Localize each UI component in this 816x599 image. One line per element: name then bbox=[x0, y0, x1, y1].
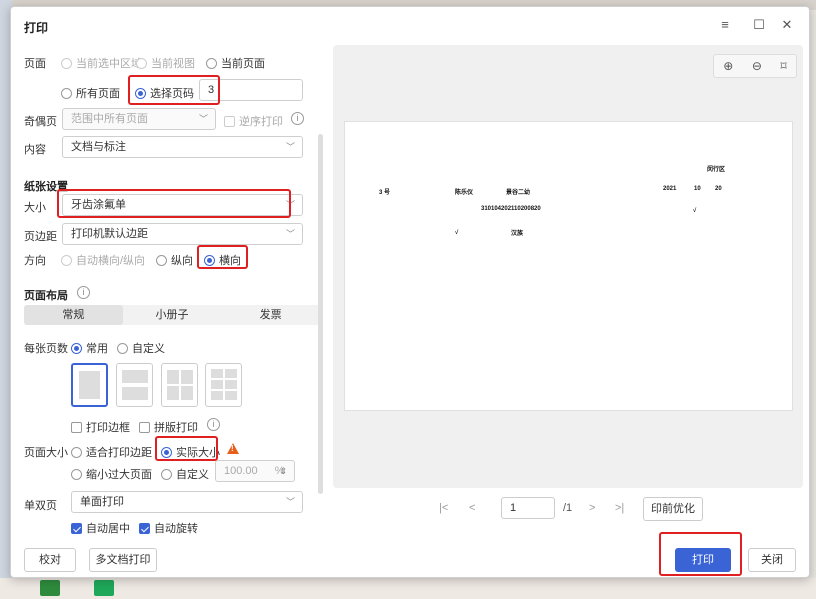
radio-custom-layout[interactable]: 自定义 bbox=[117, 340, 165, 356]
cell-check-2: √ bbox=[455, 230, 459, 236]
zoom-out-icon[interactable]: ⊖ bbox=[752, 59, 762, 73]
duplex-select[interactable]: 单面打印 ﹀ bbox=[71, 491, 303, 513]
tab-normal[interactable]: 常规 bbox=[24, 305, 123, 325]
last-page-icon[interactable]: >| bbox=[615, 502, 624, 514]
zoom-in-icon[interactable]: ⊕ bbox=[723, 59, 733, 73]
duplex-label: 单双页 bbox=[24, 500, 57, 512]
tab-invoice[interactable]: 发票 bbox=[221, 305, 320, 325]
highlight-select-pages bbox=[128, 75, 220, 105]
prev-page-icon[interactable]: < bbox=[469, 502, 475, 514]
cell-school: 景谷二幼 bbox=[506, 190, 531, 196]
print-border-checkbox[interactable]: 打印边框 bbox=[71, 419, 130, 435]
layout-info-icon: i bbox=[77, 286, 90, 299]
settings-panel: 页面 当前选中区域 当前视图 当前页面 所有页面 选择页码 3 奇偶页 范围中所… bbox=[11, 41, 329, 541]
next-page-icon[interactable]: > bbox=[589, 502, 595, 514]
cell-year: 2021 bbox=[663, 186, 677, 192]
radio-orient-auto[interactable]: 自动横向/纵向 bbox=[61, 252, 145, 268]
radio-selected-area[interactable]: 当前选中区域 bbox=[61, 55, 142, 71]
settings-scrollbar[interactable] bbox=[318, 134, 323, 494]
radio-common[interactable]: 常用 bbox=[71, 340, 108, 356]
radio-custom-size[interactable]: 自定义 bbox=[161, 466, 209, 482]
highlight-paper-size bbox=[57, 189, 291, 218]
highlight-actual-size bbox=[155, 436, 218, 461]
cell-day: 20 bbox=[715, 186, 722, 192]
radio-all-pages[interactable]: 所有页面 bbox=[61, 85, 120, 101]
close-button[interactable]: 关闭 bbox=[748, 548, 796, 572]
cell-id: 310104202110200820 bbox=[481, 206, 541, 212]
collate-print-checkbox[interactable]: 拼版打印 bbox=[139, 419, 198, 435]
layout-tabs: 常规 小册子 发票 bbox=[24, 305, 320, 325]
desktop-bottom-strip bbox=[0, 578, 816, 599]
pages-per-sheet-label: 每张页数 bbox=[24, 343, 68, 355]
proofread-button[interactable]: 校对 bbox=[24, 548, 76, 572]
auto-center-checkbox[interactable]: 自动居中 bbox=[71, 520, 130, 536]
first-page-icon[interactable]: |< bbox=[439, 502, 448, 514]
cell-check-1: √ bbox=[693, 208, 697, 214]
radio-orient-portrait[interactable]: 纵向 bbox=[156, 252, 193, 268]
print-preview: ⊕ ⊖ ⌑ 闵行区 3 号 陈乐仪 景谷二幼 2021 10 20 310104… bbox=[333, 45, 803, 488]
margin-label: 页边距 bbox=[24, 231, 57, 243]
preview-pager: |< < 1 /1 > >| 印前优化 bbox=[333, 496, 803, 522]
radio-shrink[interactable]: 缩小过大页面 bbox=[71, 466, 152, 482]
multi-doc-print-button[interactable]: 多文档打印 bbox=[89, 548, 157, 572]
auto-rotate-checkbox[interactable]: 自动旋转 bbox=[139, 520, 198, 536]
radio-current-view[interactable]: 当前视图 bbox=[136, 55, 195, 71]
page-total: /1 bbox=[563, 502, 573, 514]
dialog-title: 打印 bbox=[24, 21, 49, 35]
info-icon: i bbox=[291, 112, 304, 125]
odd-even-select[interactable]: 范围中所有页面 ﹀ bbox=[62, 108, 216, 130]
print-optimize-button[interactable]: 印前优化 bbox=[643, 497, 703, 521]
cell-district: 闵行区 bbox=[707, 167, 726, 173]
odd-even-label: 奇偶页 bbox=[24, 116, 57, 128]
radio-current-page[interactable]: 当前页面 bbox=[206, 55, 265, 71]
layout-section-title: 页面布局 bbox=[24, 290, 68, 302]
custom-scale-input[interactable]: 100.00 % ⇕ bbox=[215, 460, 295, 482]
cell-month: 10 bbox=[694, 186, 701, 192]
title-bar: 打印 ≡ ☐ ✕ bbox=[11, 7, 809, 41]
close-icon[interactable]: ✕ bbox=[777, 15, 797, 35]
content-label: 内容 bbox=[24, 144, 46, 156]
print-dialog: 打印 ≡ ☐ ✕ 页面 当前选中区域 当前视图 当前页面 所有页面 选择页码 3… bbox=[10, 6, 810, 578]
layout-tile-4[interactable] bbox=[161, 363, 198, 407]
fit-page-icon[interactable]: ⌑ bbox=[781, 59, 787, 73]
orientation-label: 方向 bbox=[24, 255, 46, 267]
size-label: 大小 bbox=[24, 202, 46, 214]
excel-app-icon[interactable] bbox=[40, 580, 60, 596]
highlight-print-button bbox=[659, 532, 742, 576]
radio-fit-margins[interactable]: 适合打印边距 bbox=[71, 444, 152, 460]
maximize-icon[interactable]: ☐ bbox=[749, 15, 769, 35]
preview-page: 闵行区 3 号 陈乐仪 景谷二幼 2021 10 20 310104202110… bbox=[344, 121, 793, 411]
zoom-toolbar: ⊕ ⊖ ⌑ bbox=[713, 54, 797, 78]
layout-tile-1[interactable] bbox=[71, 363, 108, 407]
warning-icon bbox=[227, 443, 239, 454]
layout-tile-6[interactable] bbox=[205, 363, 242, 407]
content-select[interactable]: 文档与标注 ﹀ bbox=[62, 136, 303, 158]
cell-ethnicity: 汉族 bbox=[511, 231, 524, 237]
menu-icon[interactable]: ≡ bbox=[715, 15, 735, 35]
page-number-input[interactable]: 1 bbox=[501, 497, 555, 519]
collate-info-icon: i bbox=[207, 418, 220, 431]
layout-tile-2[interactable] bbox=[116, 363, 153, 407]
page-range-label: 页面 bbox=[24, 58, 46, 70]
tab-booklet[interactable]: 小册子 bbox=[123, 305, 222, 325]
cell-number: 3 号 bbox=[379, 190, 391, 196]
reverse-print-checkbox[interactable]: 逆序打印 bbox=[224, 113, 283, 129]
cell-name: 陈乐仪 bbox=[455, 190, 474, 196]
page-size-label: 页面大小 bbox=[24, 447, 68, 459]
margin-select[interactable]: 打印机默认边距 ﹀ bbox=[62, 223, 303, 245]
highlight-landscape bbox=[197, 245, 248, 269]
sheets-app-icon[interactable] bbox=[94, 580, 114, 596]
